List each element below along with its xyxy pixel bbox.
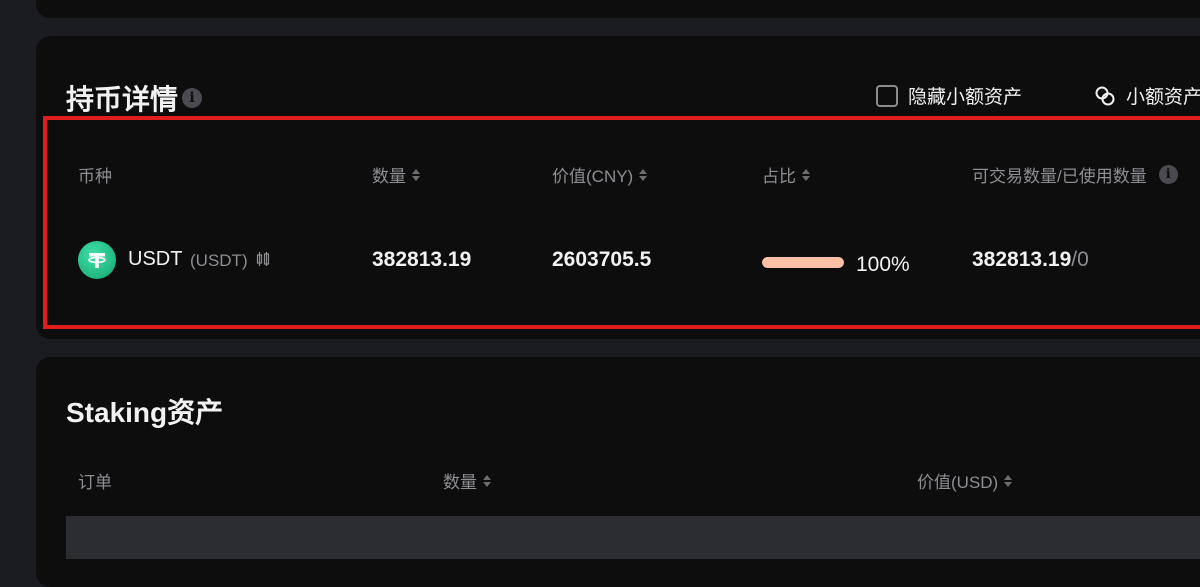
staking-column-header-quantity[interactable]: 数量	[443, 468, 491, 493]
staking-column-header-value-text: 价值(USD)	[917, 473, 999, 492]
convert-icon	[1094, 85, 1116, 107]
staking-title-text: Staking资产	[66, 397, 224, 428]
staking-column-header-value[interactable]: 价值(USD)	[917, 468, 1013, 493]
hide-small-assets-checkbox[interactable]	[876, 84, 898, 107]
staking-title: Staking资产	[66, 391, 223, 431]
highlight-box	[43, 116, 1200, 329]
small-assets-button[interactable]: 小额资产	[1094, 82, 1200, 109]
staking-column-header-order: 订单	[78, 468, 112, 493]
staking-column-header-order-text: 订单	[78, 473, 112, 492]
sort-arrows-icon[interactable]	[1004, 474, 1013, 487]
holdings-title: 持币详情 i	[66, 78, 203, 118]
holdings-title-text: 持币详情	[66, 84, 179, 115]
hide-small-assets-toggle[interactable]: 隐藏小额资产	[876, 82, 1022, 109]
hide-small-assets-label: 隐藏小额资产	[908, 87, 1023, 108]
top-card	[36, 0, 1200, 18]
info-icon[interactable]: i	[182, 88, 203, 108]
small-assets-label: 小额资产	[1126, 87, 1200, 108]
staking-column-header-quantity-text: 数量	[443, 473, 477, 492]
staking-table-body	[66, 516, 1200, 559]
sort-arrows-icon[interactable]	[483, 474, 491, 487]
